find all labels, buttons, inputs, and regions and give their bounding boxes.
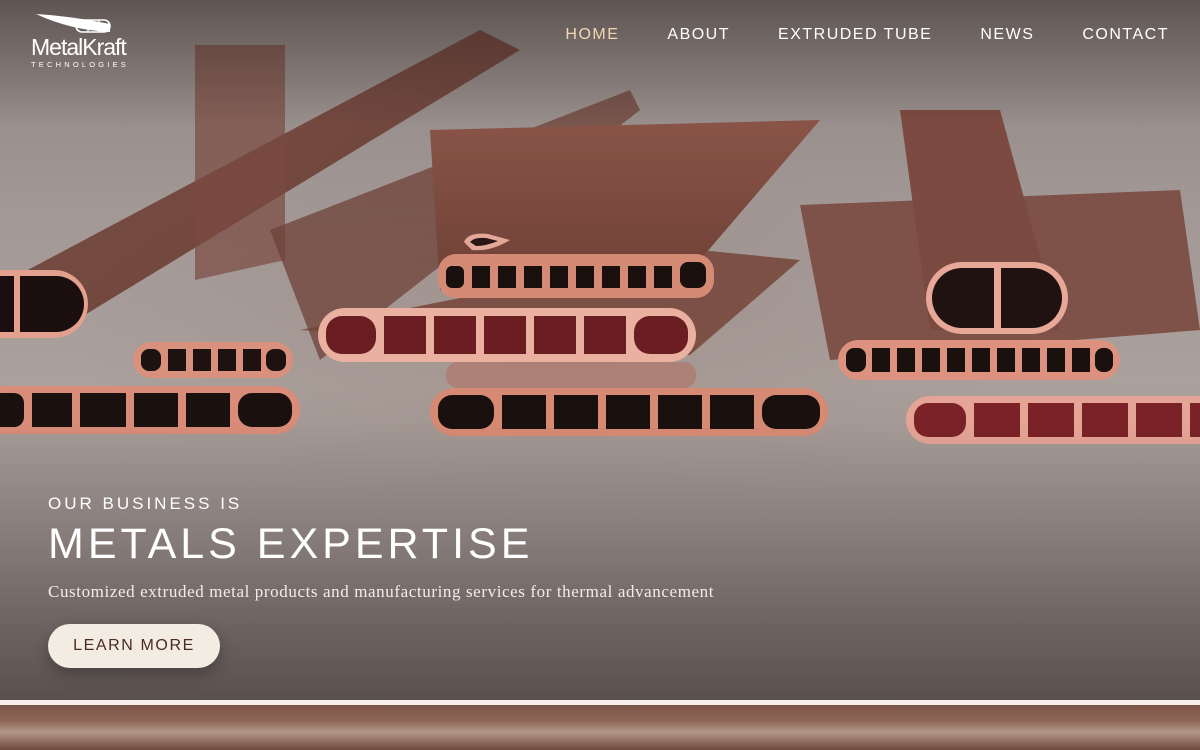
nav-contact[interactable]: CONTACT (1082, 25, 1169, 45)
hero-kicker: OUR BUSINESS IS (48, 494, 243, 513)
hero-tagline: Customized extruded metal products and m… (48, 582, 715, 601)
brand-subtitle: TECHNOLOGIES (31, 60, 129, 69)
hero-headline: METALS EXPERTISE (48, 520, 534, 568)
brand-name: MetalKraft (31, 34, 127, 60)
nav-news[interactable]: NEWS (980, 25, 1034, 45)
nav-extruded-tube[interactable]: EXTRUDED TUBE (778, 25, 932, 45)
nav-home[interactable]: HOME (565, 25, 619, 45)
main-nav: HOME ABOUT EXTRUDED TUBE NEWS CONTACT (565, 25, 1169, 45)
next-section-preview (0, 705, 1200, 750)
nav-about[interactable]: ABOUT (667, 25, 730, 45)
learn-more-button[interactable]: LEARN MORE (48, 624, 220, 668)
